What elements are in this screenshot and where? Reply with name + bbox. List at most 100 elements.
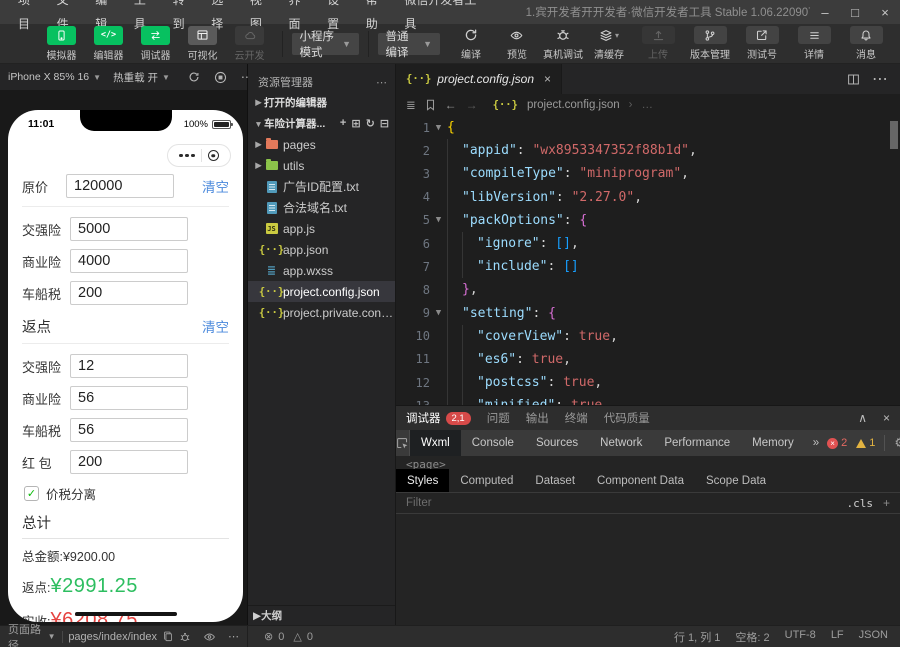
bookmark-icon[interactable] xyxy=(425,99,436,111)
collapse-all-icon[interactable]: ⊟ xyxy=(380,117,389,130)
devtools-tab-performance[interactable]: Performance xyxy=(653,430,741,456)
file-item-app.wxss[interactable]: ≣ app.wxss xyxy=(248,260,395,281)
测试号-button[interactable]: 测试号 xyxy=(736,26,788,61)
devtools-tab-sources[interactable]: Sources xyxy=(525,430,589,456)
problems-summary[interactable]: ⊗ 0 △ 0 xyxy=(248,630,313,644)
预览-button[interactable]: 预览 xyxy=(494,26,540,61)
gear-icon[interactable]: ⚙ xyxy=(894,435,900,451)
close-target-icon[interactable] xyxy=(207,150,219,161)
fold-icon[interactable]: ▼ xyxy=(430,215,447,225)
split-editor-icon[interactable] xyxy=(847,73,860,86)
file-item-utils[interactable]: ▶ utils xyxy=(248,155,395,176)
真机调试-button[interactable]: 真机调试 xyxy=(540,26,586,61)
filter-input[interactable]: Filter xyxy=(406,497,432,509)
fold-icon[interactable]: ▼ xyxy=(430,123,447,133)
rebate-input[interactable]: 56 xyxy=(70,386,188,410)
mode-select[interactable]: 小程序模式 ▼ xyxy=(291,31,360,59)
debugger-tab-调试器[interactable]: 调试器 2,1 xyxy=(406,410,471,426)
style-tab-dataset[interactable]: Dataset xyxy=(524,469,586,492)
file-item-app.js[interactable]: JS app.js xyxy=(248,218,395,239)
new-style-rule-icon[interactable]: + xyxy=(883,496,890,510)
page-path-label[interactable]: 页面路径 xyxy=(8,621,42,647)
消息-button[interactable]: 消息 xyxy=(840,26,892,61)
debugger-tab-终端[interactable]: 终端 xyxy=(565,410,588,426)
more-icon[interactable]: ⋯ xyxy=(376,76,387,89)
stop-icon[interactable] xyxy=(214,71,227,84)
forward-icon[interactable]: → xyxy=(466,98,478,112)
more-icon[interactable]: ⋯ xyxy=(872,69,888,89)
style-tab-component-data[interactable]: Component Data xyxy=(586,469,695,492)
file-item-app.json[interactable]: {··} app.json xyxy=(248,239,395,260)
new-file-icon[interactable]: + xyxy=(340,117,346,130)
home-indicator[interactable] xyxy=(74,612,177,616)
statusbar-item-1[interactable]: 空格: 2 xyxy=(735,629,769,645)
new-folder-icon[interactable]: ⊞ xyxy=(351,117,360,130)
outline-section[interactable]: ▶ 大纲 xyxy=(248,605,395,625)
调试器-button[interactable]: 调试器 xyxy=(132,25,179,62)
file-item-----.txt[interactable]: 合法域名.txt xyxy=(248,197,395,218)
fold-icon[interactable]: ▼ xyxy=(430,308,447,318)
statusbar-item-0[interactable]: 行 1, 列 1 xyxy=(674,629,720,645)
clear-price-link[interactable]: 清空 xyxy=(202,176,229,196)
more-icon[interactable] xyxy=(179,153,195,158)
rebate-input[interactable]: 56 xyxy=(70,418,188,442)
style-tab-computed[interactable]: Computed xyxy=(449,469,524,492)
style-tab-scope-data[interactable]: Scope Data xyxy=(695,469,777,492)
close-icon[interactable]: × xyxy=(544,72,551,86)
编辑器-button[interactable]: </> 编辑器 xyxy=(85,25,132,62)
copy-icon[interactable] xyxy=(163,631,173,642)
hot-reload-toggle[interactable]: 热重载 开 xyxy=(113,70,158,85)
editor-scrollbar[interactable] xyxy=(890,121,898,149)
inspect-element-icon[interactable] xyxy=(396,430,410,456)
device-select[interactable]: iPhone X 85% 16 xyxy=(8,71,89,83)
breadcrumb-more[interactable]: … xyxy=(641,99,653,111)
debugger-tab-输出[interactable]: 输出 xyxy=(526,410,549,426)
statusbar-item-3[interactable]: LF xyxy=(831,629,844,645)
insurance-input[interactable]: 200 xyxy=(70,281,188,305)
more-tabs-icon[interactable]: » xyxy=(805,437,827,449)
file-item-pages[interactable]: ▶ pages xyxy=(248,134,395,155)
clear-rebate-link[interactable]: 清空 xyxy=(202,316,229,336)
error-count[interactable]: × 2 xyxy=(827,437,847,449)
open-editors-section[interactable]: ▶ 打开的编辑器 xyxy=(248,92,395,113)
devtools-tab-network[interactable]: Network xyxy=(589,430,653,456)
minimize-button[interactable]: – xyxy=(810,0,840,24)
cls-toggle[interactable]: .cls xyxy=(846,497,873,510)
eye-icon[interactable] xyxy=(203,631,216,643)
more-icon[interactable]: ⋯ xyxy=(228,630,239,643)
warning-count[interactable]: 1 xyxy=(856,437,875,449)
debugger-tab-代码质量[interactable]: 代码质量 xyxy=(604,410,650,426)
code-area[interactable]: 1 ▼{2 "appid": "wx8953347352f88b1d", 3 "comp… xyxy=(396,116,900,405)
price-input[interactable]: 120000 xyxy=(66,174,174,198)
rebate-input[interactable]: 12 xyxy=(70,354,188,378)
editor-tab[interactable]: {··} project.config.json × xyxy=(396,64,563,94)
devtools-tab-console[interactable]: Console xyxy=(461,430,525,456)
miniprogram-capsule[interactable] xyxy=(167,144,231,167)
refresh-icon[interactable]: ↻ xyxy=(366,117,375,130)
debug-icon[interactable] xyxy=(179,631,191,643)
file-item---ID--.txt[interactable]: 广告ID配置.txt xyxy=(248,176,395,197)
debugger-tab-问题[interactable]: 问题 xyxy=(487,410,510,426)
close-icon[interactable]: × xyxy=(883,411,890,425)
file-item-project.private.config.js-[interactable]: {··}project.private.config.js… xyxy=(248,302,395,323)
tax-separate-checkbox[interactable]: ✓ xyxy=(24,485,39,501)
project-root-section[interactable]: ▼ 车险计算器... + ⊞ ↻ ⊟ xyxy=(248,113,395,134)
模拟器-button[interactable]: 模拟器 xyxy=(38,25,85,62)
collapse-icon[interactable]: ∧ xyxy=(858,411,867,425)
rebate-input[interactable]: 200 xyxy=(70,450,188,474)
maximize-button[interactable]: □ xyxy=(840,0,870,24)
可视化-button[interactable]: 可视化 xyxy=(179,25,226,62)
版本管理-button[interactable]: 版本管理 xyxy=(684,26,736,61)
devtools-tab-memory[interactable]: Memory xyxy=(741,430,805,456)
outline-list-icon[interactable]: ≣ xyxy=(406,98,416,112)
清缓存-button[interactable]: ▾ 清缓存 xyxy=(586,26,632,61)
refresh-icon[interactable] xyxy=(188,71,200,83)
insurance-input[interactable]: 5000 xyxy=(70,217,188,241)
devtools-tab-wxml[interactable]: Wxml xyxy=(410,430,461,456)
详情-button[interactable]: 详情 xyxy=(788,26,840,61)
element-tree-snippet[interactable]: <page> xyxy=(396,456,900,469)
breadcrumb-file[interactable]: project.config.json xyxy=(527,99,620,111)
statusbar-item-2[interactable]: UTF-8 xyxy=(785,629,816,645)
page-path-value[interactable]: pages/index/index xyxy=(68,631,157,643)
file-item-project.config.json[interactable]: {··} project.config.json xyxy=(248,281,395,302)
